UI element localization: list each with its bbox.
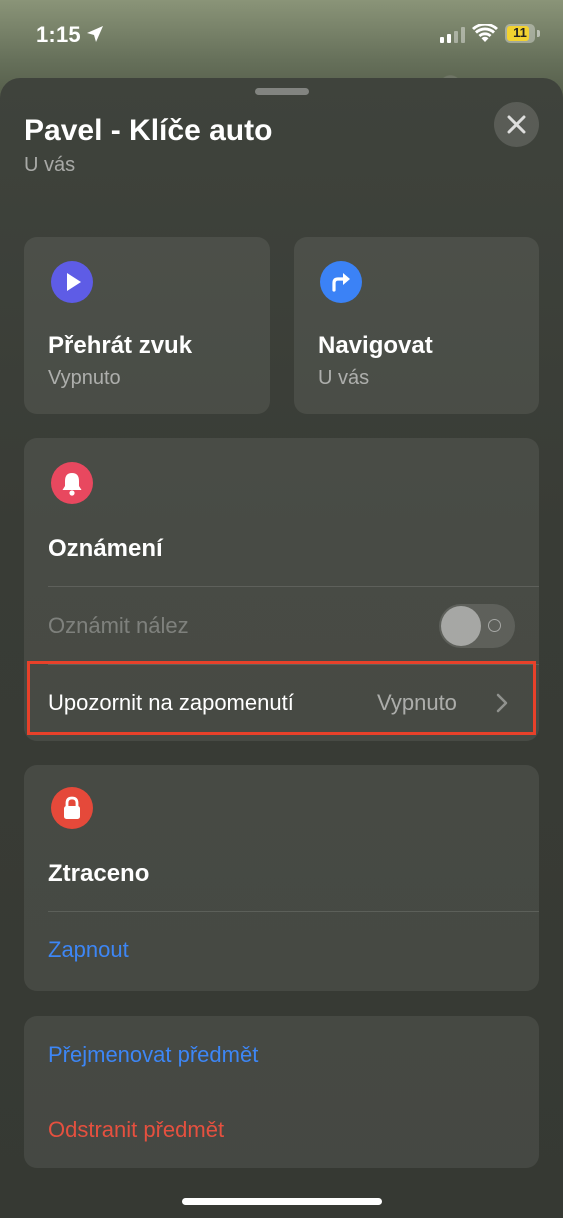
wifi-icon (472, 24, 498, 42)
directions-arrow-icon (332, 273, 350, 292)
cellular-signal-icon (440, 27, 465, 43)
status-bar: 1:15 11 (0, 0, 563, 68)
directions-icon-badge (320, 261, 362, 303)
toggle-off-indicator (488, 619, 501, 632)
enable-lost-mode-button[interactable]: Zapnout (48, 937, 129, 963)
close-button[interactable] (494, 102, 539, 147)
battery-icon: 11 (505, 24, 535, 43)
notify-when-found-label: Oznámit nález (48, 613, 189, 638)
play-sound-status: Vypnuto (48, 367, 121, 389)
status-time: 1:15 (36, 22, 81, 47)
lock-icon (64, 796, 80, 819)
highlight-annotation (27, 661, 536, 735)
notify-when-found-toggle[interactable] (439, 604, 515, 648)
bell-icon (62, 473, 82, 496)
navigate-title: Navigovat (318, 332, 433, 359)
play-sound-title: Přehrát zvuk (48, 332, 193, 359)
rename-item-button[interactable]: Přejmenovat předmět (48, 1042, 258, 1068)
lock-icon-badge (51, 787, 93, 829)
navigate-card[interactable]: Navigovat U vás (294, 237, 539, 414)
item-title: Pavel - Klíče auto (24, 114, 273, 147)
lost-mode-title: Ztraceno (48, 860, 150, 887)
lost-mode-divider (48, 911, 539, 912)
close-icon (507, 115, 526, 134)
toggle-knob (441, 606, 481, 646)
lost-mode-card: Ztraceno Zapnout (24, 765, 539, 991)
bell-icon-badge (51, 462, 93, 504)
battery-percentage: 11 (513, 25, 527, 40)
screen: 1:15 11 Pavel - Klíče auto U vás Přehrát… (0, 0, 563, 1218)
remove-item-button[interactable]: Odstranit předmět (48, 1117, 224, 1143)
play-icon (67, 273, 81, 291)
location-arrow-icon (87, 26, 103, 42)
home-indicator[interactable] (182, 1198, 382, 1205)
play-icon-badge (51, 261, 93, 303)
item-location: U vás (24, 154, 76, 176)
play-sound-card[interactable]: Přehrát zvuk Vypnuto (24, 237, 270, 414)
battery-nub (537, 30, 540, 37)
notifications-title: Oznámení (48, 535, 163, 562)
item-detail-sheet: Pavel - Klíče auto U vás Přehrát zvuk Vy… (0, 78, 563, 1218)
sheet-grabber[interactable] (255, 88, 309, 95)
item-actions-card: Přejmenovat předmět Odstranit předmět (24, 1016, 539, 1168)
navigate-location: U vás (318, 367, 370, 389)
notifications-divider-1 (48, 586, 539, 587)
